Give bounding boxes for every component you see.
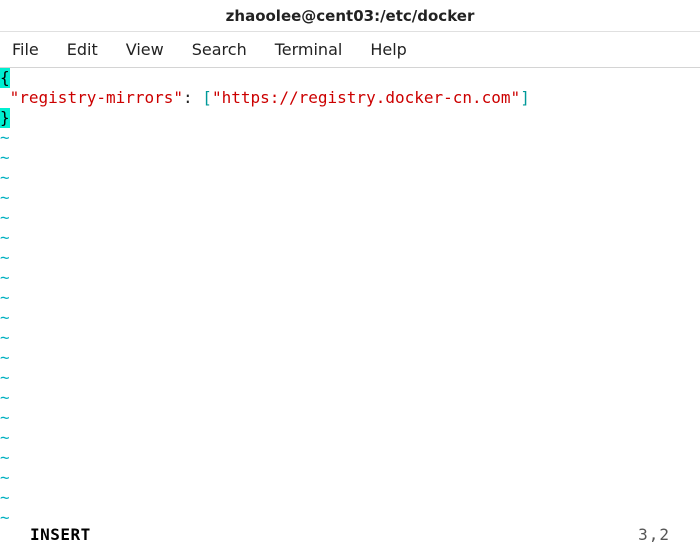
code-line-3: } — [0, 108, 700, 128]
empty-line-tilde: ~ — [0, 428, 700, 448]
close-brace: } — [0, 108, 10, 128]
code-line-2: "registry-mirrors": ["https://registry.d… — [0, 88, 700, 108]
cursor-position: 3,2 — [638, 525, 670, 544]
empty-line-tilde: ~ — [0, 488, 700, 508]
empty-line-tilde: ~ — [0, 448, 700, 468]
empty-line-tilde: ~ — [0, 468, 700, 488]
empty-line-tilde: ~ — [0, 208, 700, 228]
open-brace: { — [0, 68, 10, 88]
empty-line-tilde: ~ — [0, 408, 700, 428]
close-bracket: ] — [520, 88, 530, 107]
json-value: "https://registry.docker-cn.com" — [212, 88, 520, 107]
empty-line-tilde: ~ — [0, 368, 700, 388]
empty-line-tilde: ~ — [0, 148, 700, 168]
code-line-1: { — [0, 68, 700, 88]
menu-search[interactable]: Search — [188, 36, 251, 63]
menu-edit[interactable]: Edit — [63, 36, 102, 63]
vim-mode-indicator: INSERT — [30, 525, 91, 544]
empty-line-tilde: ~ — [0, 128, 700, 148]
colon: : — [183, 88, 202, 107]
menu-view[interactable]: View — [122, 36, 168, 63]
title-bar: zhaoolee@cent03:/etc/docker — [0, 0, 700, 32]
empty-line-tilde: ~ — [0, 228, 700, 248]
empty-line-tilde: ~ — [0, 308, 700, 328]
empty-line-tilde: ~ — [0, 288, 700, 308]
empty-line-tilde: ~ — [0, 508, 700, 526]
menu-terminal[interactable]: Terminal — [271, 36, 347, 63]
empty-line-tilde: ~ — [0, 388, 700, 408]
json-key: "registry-mirrors" — [10, 88, 183, 107]
empty-line-tilde: ~ — [0, 348, 700, 368]
empty-line-tilde: ~ — [0, 188, 700, 208]
menu-file[interactable]: File — [8, 36, 43, 63]
empty-line-tilde: ~ — [0, 168, 700, 188]
menu-bar: File Edit View Search Terminal Help — [0, 32, 700, 68]
menu-help[interactable]: Help — [366, 36, 410, 63]
empty-line-tilde: ~ — [0, 268, 700, 288]
editor-area[interactable]: { "registry-mirrors": ["https://registry… — [0, 68, 700, 526]
empty-line-tilde: ~ — [0, 328, 700, 348]
empty-line-tilde: ~ — [0, 248, 700, 268]
open-bracket: [ — [202, 88, 212, 107]
vim-status-bar: INSERT 3,2 — [0, 526, 700, 544]
window-title: zhaoolee@cent03:/etc/docker — [226, 7, 475, 25]
